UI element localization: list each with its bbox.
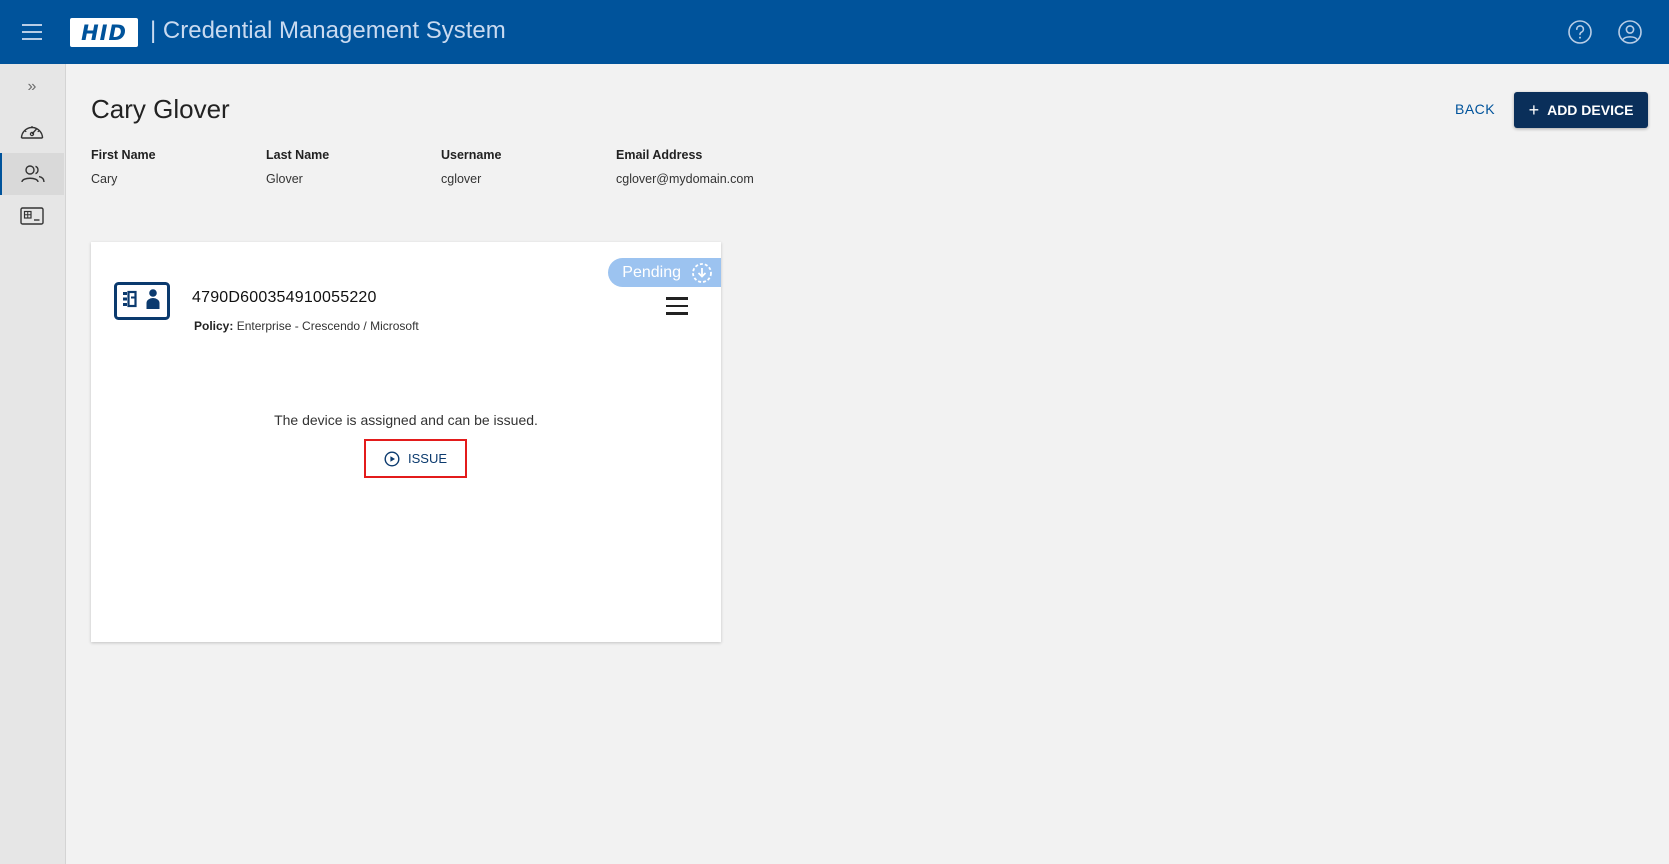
email-value: cglover@mydomain.com bbox=[616, 172, 754, 186]
card-menu-icon[interactable] bbox=[666, 297, 688, 315]
username-label: Username bbox=[441, 148, 502, 162]
help-icon[interactable] bbox=[1567, 19, 1593, 45]
sidebar-item-devices[interactable] bbox=[0, 195, 64, 237]
add-device-label: ADD DEVICE bbox=[1547, 102, 1634, 118]
last-name-value: Glover bbox=[266, 172, 303, 186]
smart-card-icon bbox=[114, 282, 170, 320]
users-icon bbox=[21, 165, 45, 183]
issue-label: ISSUE bbox=[407, 451, 447, 466]
app-title: | Credential Management System bbox=[150, 17, 506, 44]
sidebar-item-dashboard[interactable] bbox=[0, 111, 64, 153]
menu-icon[interactable] bbox=[22, 24, 42, 40]
last-name-field: Last Name Glover bbox=[266, 148, 329, 186]
device-policy: Policy: Enterprise - Crescendo / Microso… bbox=[194, 319, 419, 333]
add-device-button[interactable]: + ADD DEVICE bbox=[1514, 92, 1648, 128]
issue-button[interactable]: ISSUE bbox=[364, 439, 467, 478]
card-reader-icon bbox=[20, 207, 44, 225]
policy-value: Enterprise - Crescendo / Microsoft bbox=[236, 319, 419, 333]
play-circle-icon bbox=[384, 450, 400, 467]
first-name-label: First Name bbox=[91, 148, 156, 162]
plus-icon: + bbox=[1528, 99, 1540, 120]
sidebar-expand-toggle[interactable]: » bbox=[0, 72, 64, 102]
policy-label: Policy: bbox=[194, 319, 234, 333]
first-name-value: Cary bbox=[91, 172, 118, 186]
last-name-label: Last Name bbox=[266, 148, 330, 162]
sidebar: » bbox=[0, 64, 66, 864]
email-label: Email Address bbox=[616, 148, 703, 162]
device-serial: 4790D600354910055220 bbox=[192, 289, 377, 306]
top-app-bar: HID | Credential Management System bbox=[0, 0, 1669, 64]
chevron-double-right-icon: » bbox=[27, 78, 37, 95]
pending-download-icon bbox=[692, 262, 712, 283]
status-text: Pending bbox=[622, 263, 681, 281]
sidebar-item-users[interactable] bbox=[0, 153, 64, 195]
username-value: cglover bbox=[441, 172, 482, 186]
first-name-field: First Name Cary bbox=[91, 148, 156, 186]
device-card: Pending 4790D600354910055220 Policy: Ent… bbox=[91, 242, 721, 642]
status-badge: Pending bbox=[608, 258, 721, 287]
dashboard-icon bbox=[20, 126, 44, 139]
device-status-message: The device is assigned and can be issued… bbox=[274, 412, 538, 428]
back-button[interactable]: BACK bbox=[1455, 101, 1495, 117]
account-icon[interactable] bbox=[1617, 19, 1643, 45]
logo-text: HID bbox=[81, 20, 127, 45]
page-title: Cary Glover bbox=[91, 94, 230, 124]
hid-logo: HID bbox=[70, 18, 138, 47]
username-field: Username cglover bbox=[441, 148, 501, 186]
email-field: Email Address cglover@mydomain.com bbox=[616, 148, 754, 186]
